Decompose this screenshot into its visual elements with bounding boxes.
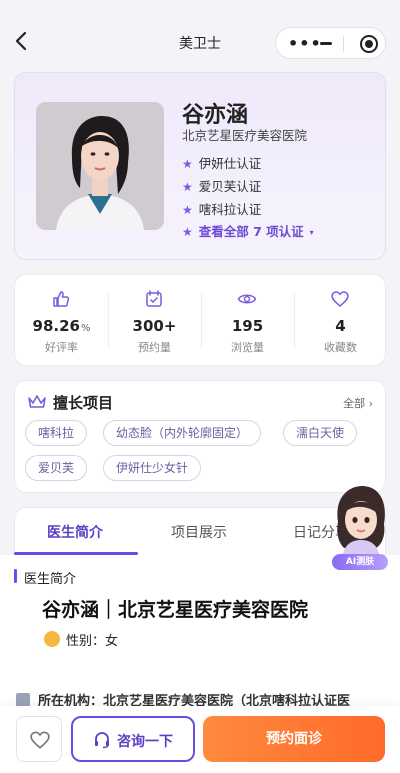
ai-assistant-avatar-icon <box>337 486 385 558</box>
consult-button[interactable]: 咨询一下 <box>71 716 195 762</box>
stat-value: 195 <box>231 317 264 335</box>
favorite-button[interactable] <box>16 716 62 762</box>
gender-icon <box>44 631 60 647</box>
heart-outline-icon <box>30 731 50 749</box>
doctor-hospital: 北京艺星医疗美容医院 <box>182 128 308 143</box>
star-icon: ★ <box>182 180 193 194</box>
specialty-tag[interactable]: 幼态脸（内外轮廓固定） <box>103 420 262 446</box>
eye-icon <box>237 294 257 304</box>
certification-item: ★ 嗐科拉认证 <box>182 199 261 218</box>
stat-label: 收藏数 <box>324 341 357 354</box>
top-nav-bar: 美卫士 ••• <box>0 0 400 66</box>
specialties-all-link[interactable]: 全部 › <box>343 395 373 411</box>
consult-label: 咨询一下 <box>117 734 173 750</box>
stats-card: 98.26% 好评率 300+ 预约量 195 浏览量 4 收藏数 <box>14 274 386 366</box>
star-icon: ★ <box>182 225 193 239</box>
tab-doctor-intro[interactable]: 医生简介 <box>47 522 103 542</box>
tab-projects[interactable]: 项目展示 <box>171 522 227 542</box>
certification-label: 爱贝芙认证 <box>198 179 262 194</box>
specialty-tag[interactable]: 嗐科拉 <box>25 420 88 446</box>
gender-text: 性别：女 <box>66 634 119 649</box>
certification-item: ★ 伊妍仕认证 <box>182 153 261 172</box>
profile-headline: 谷亦涵｜北京艺星医疗美容医院 <box>42 599 309 621</box>
capsule-divider <box>343 36 344 52</box>
book-consultation-button[interactable]: 预约面诊 <box>203 716 385 762</box>
heart-icon <box>331 291 349 307</box>
crown-icon <box>28 395 46 408</box>
mini-program-capsule: ••• <box>275 27 386 59</box>
specialty-tag[interactable]: 伊妍仕少女针 <box>103 455 202 481</box>
doctor-card: 谷亦涵 北京艺星医疗美容医院 ★ 伊妍仕认证 ★ 爱贝芙认证 ★ 嗐科拉认证 ★ 查看全… <box>14 72 386 260</box>
doctor-photo <box>36 102 164 230</box>
more-dots-icon[interactable]: ••• <box>288 34 322 53</box>
target-icon[interactable] <box>360 35 378 53</box>
specialty-tag[interactable]: 濡白天使 <box>283 420 358 446</box>
stat-favorites: 4 收藏数 <box>294 275 387 367</box>
stat-value: 4 <box>335 317 346 335</box>
stat-bookings: 300+ 预约量 <box>108 275 201 367</box>
section-title: 医生简介 <box>24 572 77 587</box>
certification-label: 伊妍仕认证 <box>198 156 262 171</box>
caret-down-icon: ▾ <box>309 228 314 237</box>
ai-label: AI测肤 <box>332 554 388 570</box>
view-all-certifications-link[interactable]: ★ 查看全部 7 项认证 ▾ <box>182 221 314 240</box>
section-marker <box>14 569 17 583</box>
specialties-card: 擅长项目 全部 › 嗐科拉 幼态脸（内外轮廓固定） 濡白天使 爱贝芙 伊妍仕少女… <box>14 380 386 493</box>
star-icon: ★ <box>182 157 193 171</box>
bottom-action-bar: 咨询一下 预约面诊 <box>0 706 400 773</box>
minus-icon[interactable] <box>320 42 332 45</box>
headset-icon <box>95 732 109 749</box>
stat-value: 300+ <box>132 317 177 335</box>
stat-label: 浏览量 <box>231 341 264 354</box>
view-all-label: 查看全部 7 项认证 <box>198 224 304 239</box>
specialties-title: 擅长项目 <box>53 394 114 412</box>
stat-label: 预约量 <box>138 341 171 354</box>
thumbs-up-icon <box>53 291 70 307</box>
ai-skin-test-button[interactable]: AI测肤 <box>328 482 392 572</box>
calendar-icon <box>146 290 162 307</box>
stat-value: 98.26% <box>32 317 91 335</box>
stat-views: 195 浏览量 <box>201 275 294 367</box>
certification-label: 嗐科拉认证 <box>198 202 262 217</box>
stat-rating: 98.26% 好评率 <box>15 275 108 367</box>
building-icon <box>16 693 30 707</box>
specialty-tag[interactable]: 爱贝芙 <box>25 455 88 481</box>
stat-label: 好评率 <box>45 341 78 354</box>
star-icon: ★ <box>182 203 193 217</box>
certification-item: ★ 爱贝芙认证 <box>182 176 261 195</box>
